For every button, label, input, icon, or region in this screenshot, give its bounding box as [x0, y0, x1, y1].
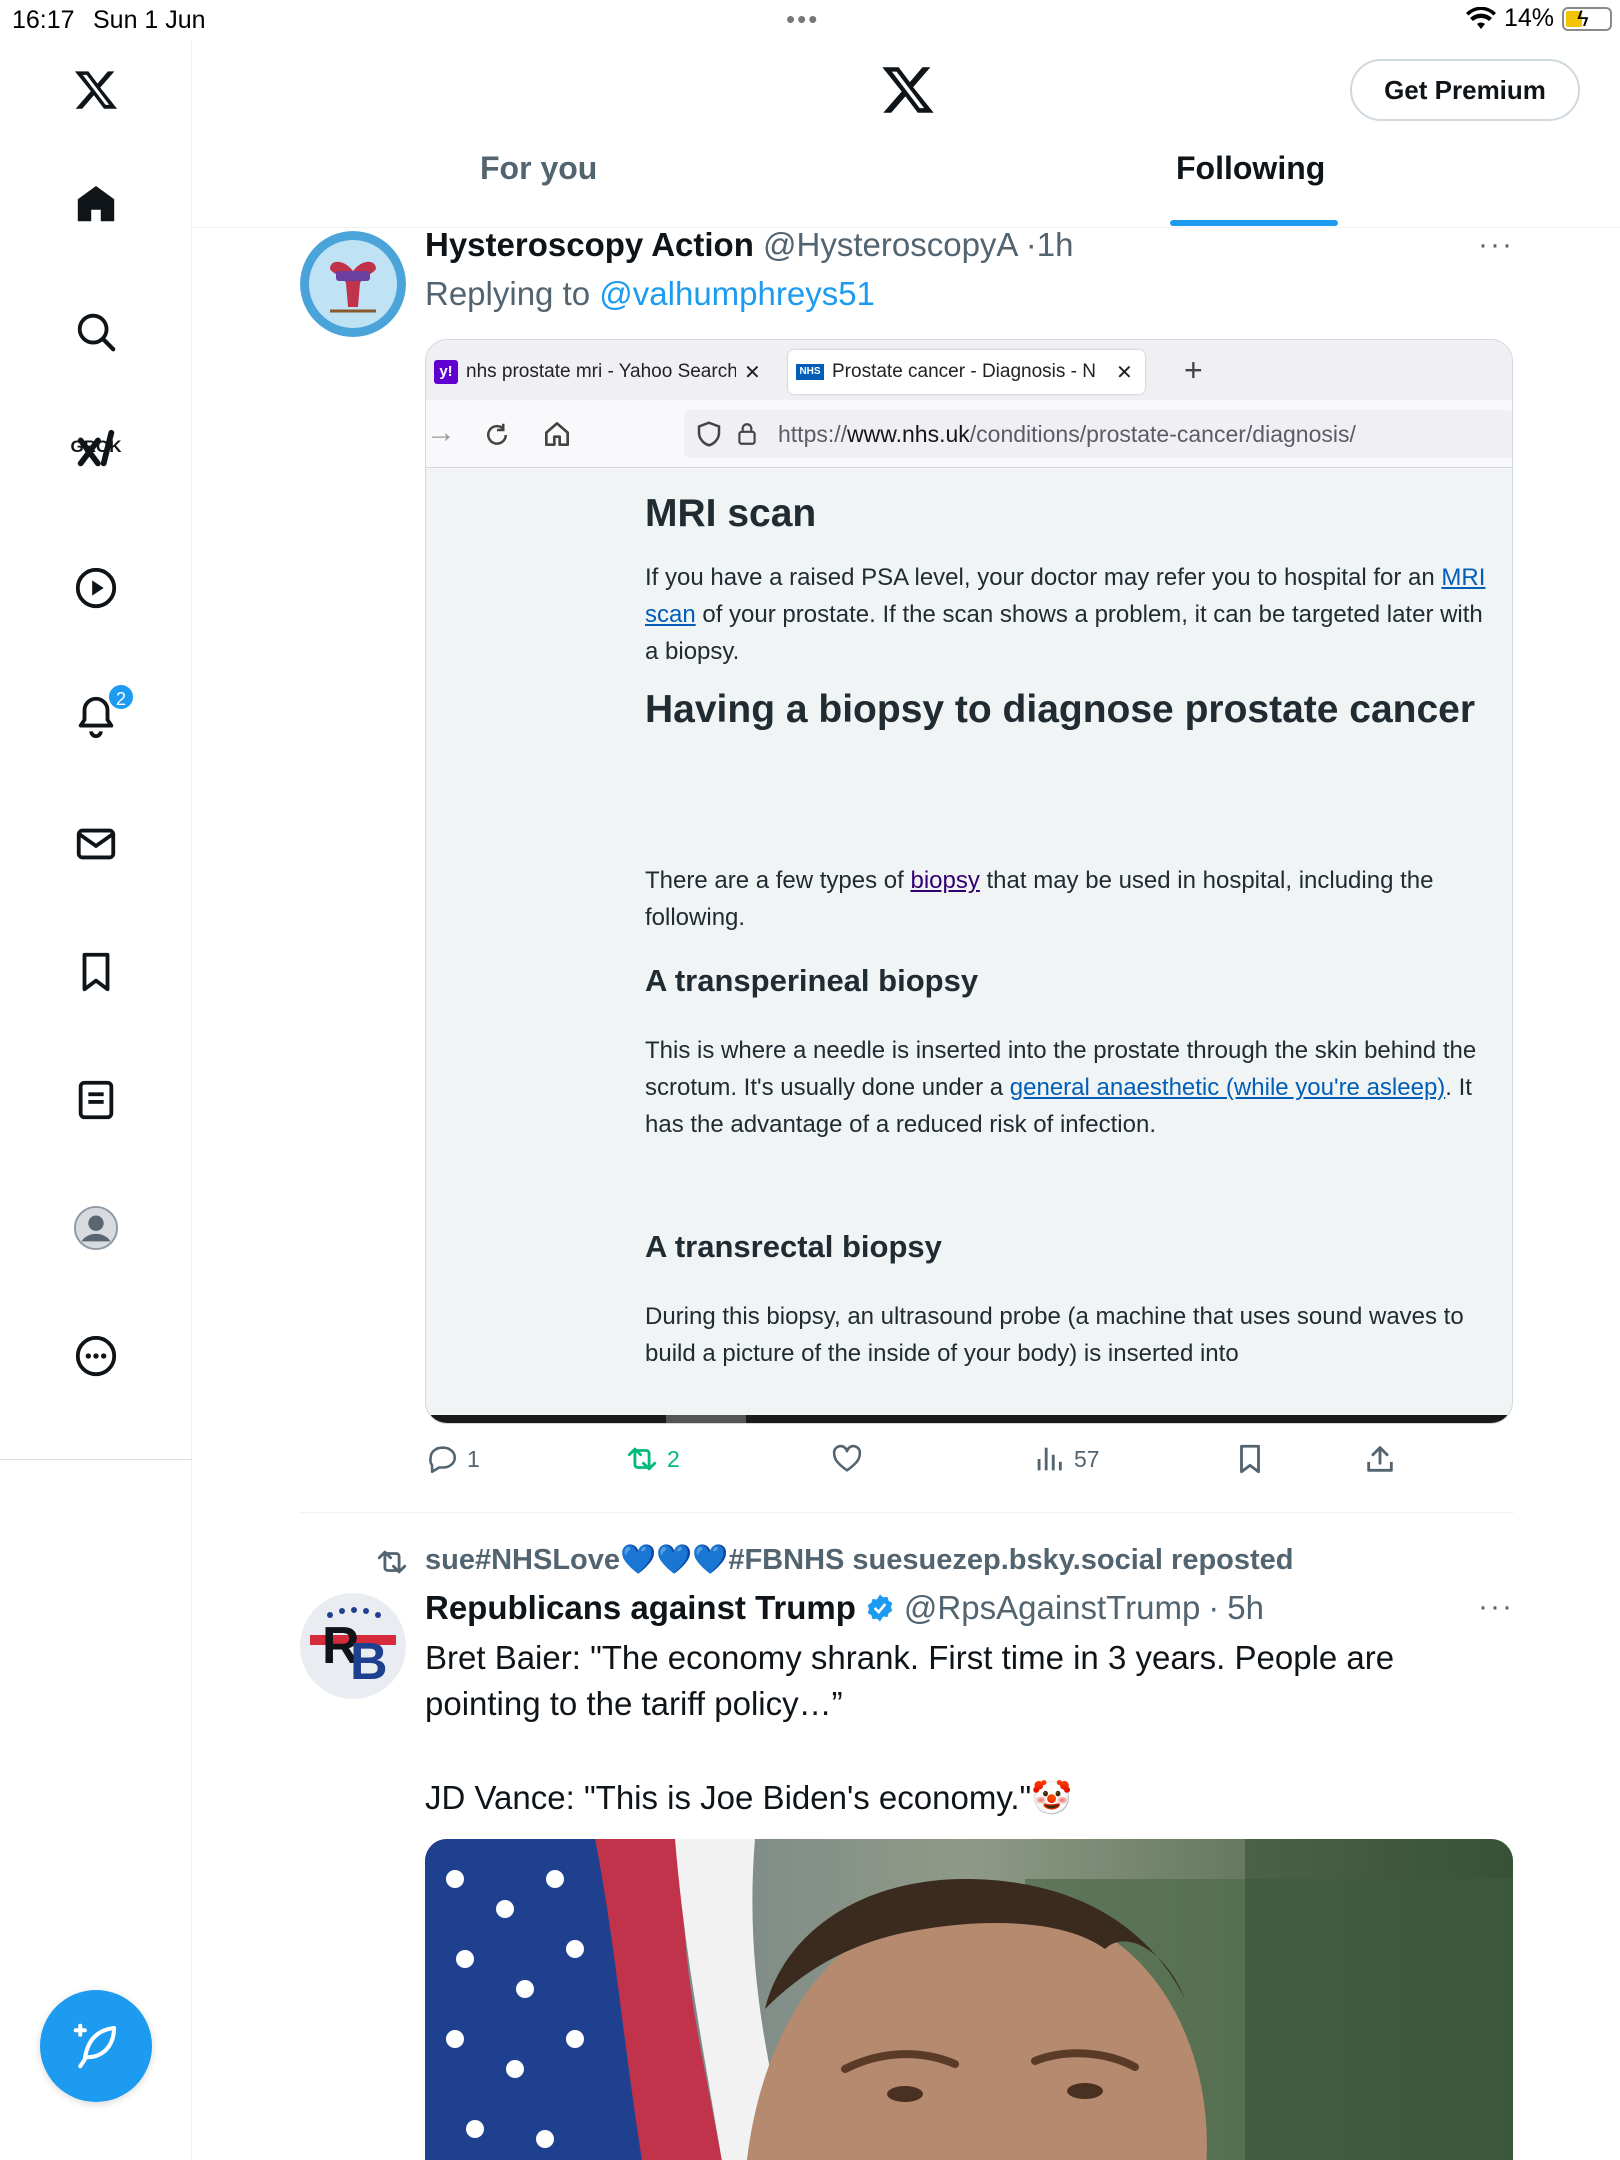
browser-tab-nhs-title: Prostate cancer - Diagnosis - N: [832, 361, 1096, 382]
bookmark-button[interactable]: [1233, 1442, 1267, 1476]
share-icon: [1367, 1446, 1393, 1472]
get-premium-button[interactable]: Get Premium: [1350, 59, 1580, 121]
x-logo-icon[interactable]: [66, 60, 126, 120]
search-icon[interactable]: [66, 302, 126, 362]
nhs-page-content: MRI scan If you have a raised PSA level,…: [426, 469, 1512, 1419]
browser-new-tab-icon: +: [1184, 352, 1203, 388]
post2-more-icon[interactable]: ···: [1478, 1590, 1514, 1624]
status-date: Sun 1 Jun: [93, 6, 206, 34]
post2-handle[interactable]: @RpsAgainstTrump: [904, 1589, 1200, 1627]
share-button[interactable]: [1363, 1442, 1397, 1476]
compose-post-button[interactable]: [40, 1990, 152, 2102]
status-time: 16:17: [12, 6, 75, 34]
active-tab-indicator: [1170, 220, 1338, 226]
post2-text-line1: Bret Baier: "The economy shrank. First t…: [425, 1639, 1395, 1722]
browser-tab-yahoo-title: nhs prostate mri - Yahoo Search: [466, 361, 736, 382]
browser-reload-icon: [487, 423, 507, 445]
yahoo-favicon-icon: y!: [434, 360, 458, 384]
browser-url-bar: → https://www.nhs.uk/conditions/prostate…: [426, 400, 1512, 468]
views-button[interactable]: 57: [1032, 1442, 1100, 1476]
post2-repost-label[interactable]: sue#NHSLove💙💙💙#FBNHS suesuezep.bsky.soci…: [425, 1543, 1294, 1577]
post2-dot-separator: ·: [1208, 1589, 1220, 1626]
home-icon[interactable]: [66, 174, 126, 234]
messages-envelope-icon[interactable]: [66, 814, 126, 874]
nhs-heading-mri: MRI scan: [645, 492, 817, 535]
post1-avatar[interactable]: [300, 231, 406, 337]
post1-more-icon[interactable]: ···: [1478, 228, 1514, 262]
views-count: 57: [1074, 1445, 1100, 1472]
heart-icon: [832, 1444, 862, 1472]
nhs-heading-transrectal: A transrectal biopsy: [645, 1229, 942, 1264]
post2-header: Republicans against Trump @RpsAgainstTru…: [425, 1589, 1264, 1627]
nhs-favicon-icon: NHS: [796, 364, 824, 380]
browser-tab-close-icon: ✕: [744, 361, 761, 384]
browser-tab-bar: y! nhs prostate mri - Yahoo Search ✕ NHS…: [426, 340, 1512, 400]
post1-time[interactable]: 1h: [1037, 226, 1074, 263]
repost-icon: [627, 1447, 657, 1471]
replying-to-handle[interactable]: @valhumphreys51: [599, 275, 875, 312]
post2-display-name[interactable]: Republicans against Trump: [425, 1589, 856, 1627]
grok-label: GROK: [70, 437, 122, 456]
reply-icon: [429, 1446, 456, 1474]
repost-count: 2: [667, 1445, 680, 1472]
multitasking-dots-icon[interactable]: •••: [786, 4, 819, 35]
status-bar: 16:17 Sun 1 Jun ••• 14% ϟ: [0, 0, 1620, 40]
compose-feather-icon: [73, 2023, 117, 2069]
browser-tab-yahoo: y! nhs prostate mri - Yahoo Search ✕: [426, 350, 778, 394]
post1-display-name[interactable]: Hysteroscopy Action: [425, 226, 754, 263]
post1-image[interactable]: y! nhs prostate mri - Yahoo Search ✕ NHS…: [425, 339, 1513, 1424]
post1-action-bar: 1 2 57: [425, 1442, 1425, 1486]
lists-icon[interactable]: [66, 1070, 126, 1130]
like-button[interactable]: [830, 1442, 864, 1476]
post2-image[interactable]: [425, 1839, 1513, 2160]
post2-text-line2: JD Vance: "This is Joe Biden's economy."…: [425, 1779, 1073, 1816]
nhs-paragraph-mri: If you have a raised PSA level, your doc…: [645, 564, 1486, 665]
shield-icon: [697, 421, 721, 447]
nhs-paragraph-transperineal: This is where a needle is inserted into …: [645, 1037, 1477, 1138]
tab-following[interactable]: Following: [1176, 150, 1325, 187]
svg-text:B: B: [350, 1633, 388, 1691]
post2-avatar[interactable]: R B: [300, 1593, 406, 1699]
post1-dot-separator: ·: [1025, 226, 1037, 263]
post1-handle[interactable]: @HysteroscopyA: [763, 226, 1017, 263]
browser-address-field: https://www.nhs.uk/conditions/prostate-c…: [684, 410, 1512, 458]
browser-tab-close-icon: ✕: [1116, 361, 1133, 384]
notification-badge: 2: [107, 683, 135, 711]
verified-badge-icon: [867, 1594, 893, 1622]
bookmarks-icon[interactable]: [66, 942, 126, 1002]
embedded-scrollbar: [426, 1415, 1512, 1423]
repost-button[interactable]: 2: [625, 1442, 680, 1476]
battery-percent: 14%: [1503, 4, 1554, 32]
post1-replying: Replying to @valhumphreys51: [425, 275, 875, 313]
bookmark-icon: [1240, 1444, 1260, 1474]
reply-button[interactable]: 1: [425, 1442, 480, 1476]
post1-header: Hysteroscopy Action @HysteroscopyA ·1h: [425, 226, 1074, 264]
profile-avatar-icon[interactable]: [66, 1198, 126, 1258]
browser-tab-nhs: NHS Prostate cancer - Diagnosis - N ✕: [788, 350, 1145, 394]
lock-icon: [738, 423, 756, 445]
post2-photo-illustration: [425, 1839, 1513, 2160]
video-play-icon[interactable]: [66, 558, 126, 618]
nhs-link-general-anaesthetic: general anaesthetic (while you're asleep…: [1009, 1074, 1446, 1101]
more-options-icon[interactable]: [66, 1326, 126, 1386]
header-x-logo-icon: [882, 67, 934, 113]
nhs-paragraph-transrectal: During this biopsy, an ultrasound probe …: [645, 1303, 1464, 1367]
replying-to-label: Replying to: [425, 275, 591, 312]
post-divider: [300, 1512, 1514, 1513]
browser-home-icon: [545, 422, 569, 446]
nhs-heading-biopsy: Having a biopsy to diagnose prostate can…: [645, 688, 1476, 731]
tab-for-you[interactable]: For you: [480, 150, 597, 187]
repost-indicator-icon: [377, 1550, 407, 1574]
post2-time[interactable]: 5h: [1227, 1589, 1264, 1627]
reply-count: 1: [467, 1445, 480, 1472]
sidebar-divider: [0, 1459, 192, 1460]
views-chart-icon: [1037, 1447, 1062, 1471]
nhs-link-biopsy: biopsy: [910, 867, 980, 894]
browser-url: https://www.nhs.uk/conditions/prostate-c…: [778, 420, 1356, 447]
nhs-paragraph-biopsy: There are a few types of biopsy that may…: [645, 867, 1434, 931]
nhs-heading-transperineal: A transperineal biopsy: [645, 963, 979, 998]
browser-forward-icon: →: [426, 416, 456, 449]
wifi-icon: [1465, 6, 1496, 29]
battery-icon: ϟ: [1562, 6, 1612, 31]
